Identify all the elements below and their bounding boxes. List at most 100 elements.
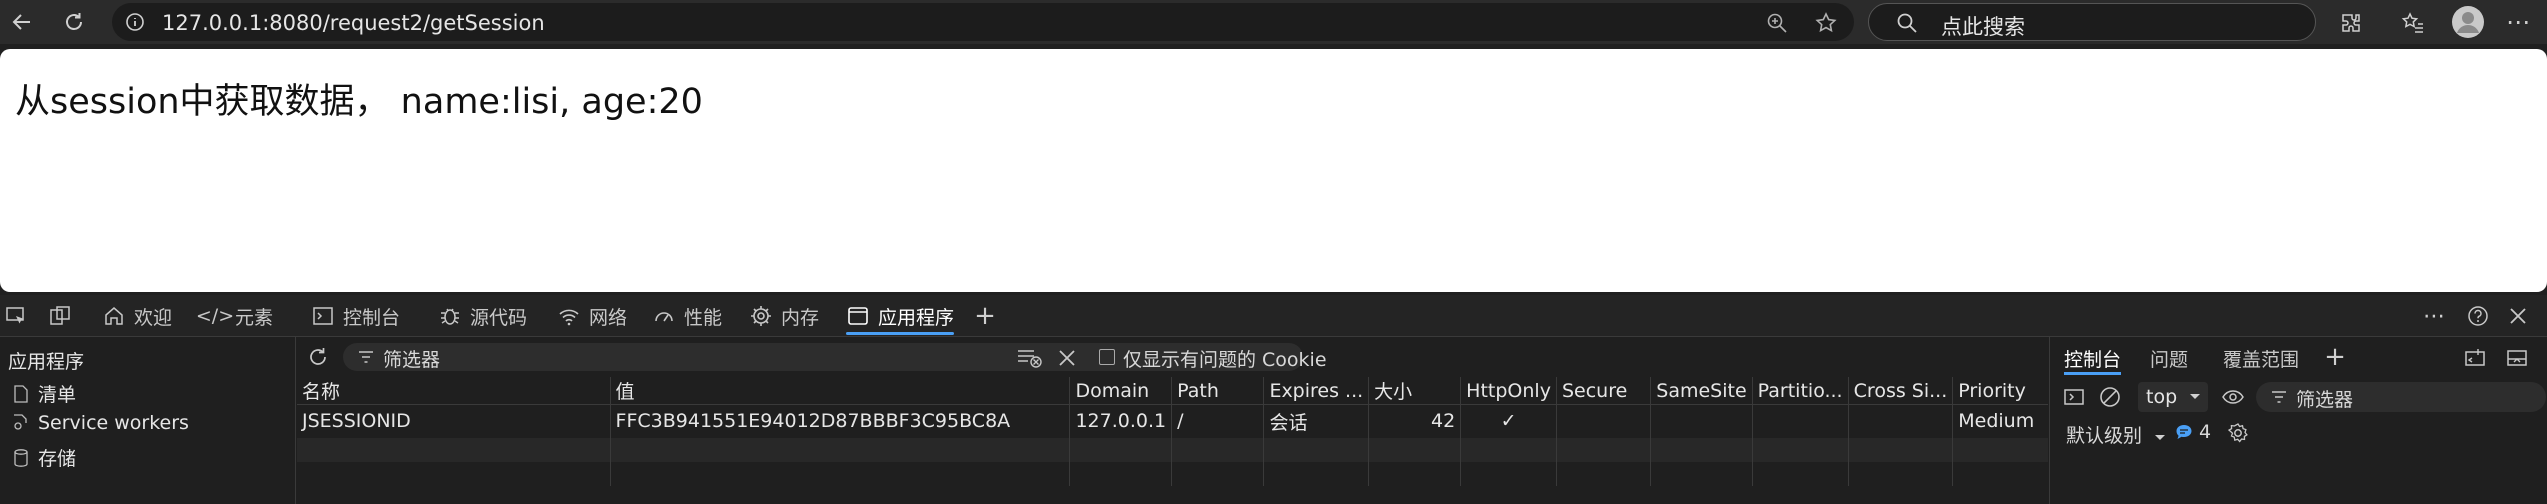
cell-cross-site[interactable] xyxy=(1848,404,1954,438)
delete-all-cookies-icon[interactable] xyxy=(1055,346,1079,370)
column-header-domain[interactable]: Domain xyxy=(1069,377,1173,405)
drawer-tab-console[interactable]: 控制台 xyxy=(2064,341,2122,375)
cell-path[interactable]: / xyxy=(1171,404,1265,438)
empty-cell xyxy=(1650,437,1753,462)
cell-secure[interactable] xyxy=(1556,404,1652,438)
empty-cell xyxy=(1752,437,1849,462)
tab-sources[interactable]: 源代码 xyxy=(438,295,527,337)
cell-size[interactable]: 42 xyxy=(1368,404,1462,438)
cell-name[interactable]: JSESSIONID xyxy=(297,404,611,438)
console-filter-input[interactable]: 筛选器 xyxy=(2256,382,2546,412)
search-icon xyxy=(1895,11,1919,35)
cell-samesite[interactable] xyxy=(1650,404,1753,438)
back-icon[interactable] xyxy=(6,6,38,38)
favorite-star-icon[interactable] xyxy=(1812,9,1840,37)
tab-label: 欢迎 xyxy=(134,306,173,329)
add-drawer-tab-icon[interactable]: + xyxy=(2322,342,2348,372)
tab-console[interactable]: 控制台 xyxy=(311,295,400,337)
info-icon[interactable] xyxy=(124,11,146,33)
table-row[interactable]: JSESSIONID FFC3B941551E94012D87BBBF3C95B… xyxy=(297,404,2048,438)
live-expression-eye-icon[interactable] xyxy=(2220,385,2246,409)
show-console-sidebar-icon[interactable] xyxy=(2062,385,2086,409)
column-header-size[interactable]: 大小 xyxy=(1368,377,1462,405)
cell-domain[interactable]: 127.0.0.1 xyxy=(1069,404,1173,438)
favorites-icon[interactable] xyxy=(2398,8,2428,38)
empty-cell xyxy=(1556,461,1652,486)
extensions-icon[interactable] xyxy=(2336,8,2366,38)
clear-filtered-cookies-icon[interactable] xyxy=(1016,346,1044,370)
gauge-icon xyxy=(652,304,676,328)
empty-cell xyxy=(1171,461,1265,486)
cell-priority[interactable]: Medium xyxy=(1953,405,2048,438)
dock-drawer-icon[interactable] xyxy=(2462,345,2488,371)
column-header-cross-site[interactable]: Cross Si... xyxy=(1848,377,1954,405)
only-issues-checkbox[interactable] xyxy=(1099,349,1115,365)
devtools-tabbar: 欢迎 </> 元素 控制台 源代码 网络 性能 内存 应用程序 + ⋯ xyxy=(0,295,2547,337)
web-page: 从session中获取数据， name:lisi, age:20 xyxy=(0,49,2547,292)
page-text: 从session中获取数据， name:lisi, age:20 xyxy=(15,82,703,122)
column-header-httponly[interactable]: HttpOnly xyxy=(1460,377,1557,405)
tab-welcome[interactable]: 欢迎 xyxy=(102,295,172,337)
empty-row xyxy=(297,461,2048,486)
filter-icon xyxy=(357,348,375,366)
tab-performance[interactable]: 性能 xyxy=(652,295,722,337)
zoom-icon[interactable] xyxy=(1764,10,1790,36)
log-level-dropdown[interactable]: 默认级别 xyxy=(2066,421,2166,448)
refresh-icon[interactable] xyxy=(58,6,90,38)
message-counter[interactable]: 4 xyxy=(2175,421,2211,443)
message-bubble-icon xyxy=(2175,423,2193,441)
column-header-priority[interactable]: Priority xyxy=(1952,377,2048,405)
console-settings-gear-icon[interactable] xyxy=(2225,420,2251,446)
context-selector[interactable]: top xyxy=(2138,382,2208,412)
devtools-more-icon[interactable]: ⋯ xyxy=(2420,303,2448,329)
sidebar-item-service-workers[interactable]: Service workers xyxy=(14,412,189,434)
close-devtools-icon[interactable] xyxy=(2505,303,2531,329)
sidebar-item-storage[interactable]: 存储 xyxy=(14,444,76,471)
drawer-tab-issues[interactable]: 问题 xyxy=(2150,341,2188,375)
empty-cell xyxy=(610,461,1071,486)
sidebar-title: 应用程序 xyxy=(8,351,85,373)
add-tab-icon[interactable]: + xyxy=(972,301,998,331)
inspect-element-icon[interactable] xyxy=(4,304,28,328)
url-text[interactable]: 127.0.0.1:8080/request2/getSession xyxy=(162,11,545,35)
table-header-row: 名称 值 Domain Path Expires ... 大小 HttpOnly… xyxy=(297,377,2048,405)
profile-avatar-icon[interactable] xyxy=(2451,5,2485,39)
search-box[interactable]: 点此搜索 xyxy=(1868,3,2316,41)
sidebar-item-manifest[interactable]: 清单 xyxy=(14,380,76,407)
close-drawer-icon[interactable] xyxy=(2504,345,2530,371)
cell-value[interactable]: FFC3B941551E94012D87BBBF3C95BC8A xyxy=(610,404,1071,438)
column-header-secure[interactable]: Secure xyxy=(1556,377,1652,405)
column-header-samesite[interactable]: SameSite xyxy=(1650,377,1753,405)
address-bar[interactable]: 127.0.0.1:8080/request2/getSession xyxy=(112,3,1854,41)
cell-partition-key[interactable] xyxy=(1752,404,1849,438)
more-menu-icon[interactable]: ⋯ xyxy=(2500,6,2536,38)
tab-label: 内存 xyxy=(781,306,820,329)
document-icon xyxy=(12,384,30,403)
cell-expires[interactable]: 会话 xyxy=(1263,404,1370,438)
cell-httponly[interactable]: ✓ xyxy=(1460,404,1557,438)
console-drawer: 控制台 问题 覆盖范围 + top 筛选器 默认级别 4 xyxy=(2049,337,2547,504)
tab-application[interactable]: 应用程序 xyxy=(846,295,955,337)
clear-console-icon[interactable] xyxy=(2098,385,2122,409)
filter-placeholder: 筛选器 xyxy=(383,349,441,371)
tab-network[interactable]: 网络 xyxy=(557,295,627,337)
memory-gear-icon xyxy=(749,304,773,328)
tab-label: 源代码 xyxy=(470,306,528,329)
tab-memory[interactable]: 内存 xyxy=(749,295,819,337)
empty-cell xyxy=(1752,461,1849,486)
empty-cell xyxy=(1171,437,1265,462)
refresh-cookies-icon[interactable] xyxy=(305,344,331,370)
column-header-expires[interactable]: Expires ... xyxy=(1263,377,1370,405)
empty-cell xyxy=(1848,437,1954,462)
column-header-partition-key[interactable]: Partitio... xyxy=(1752,377,1849,405)
column-header-name[interactable]: 名称 xyxy=(297,377,611,405)
tab-elements[interactable]: </> 元素 xyxy=(196,295,273,337)
empty-cell xyxy=(610,437,1071,462)
device-emulation-icon[interactable] xyxy=(48,304,72,328)
application-sidebar: 应用程序 清单 Service workers 存储 xyxy=(0,337,296,504)
tab-label: 性能 xyxy=(684,306,723,329)
help-icon[interactable] xyxy=(2465,303,2491,329)
drawer-tab-coverage[interactable]: 覆盖范围 xyxy=(2223,341,2299,375)
column-header-path[interactable]: Path xyxy=(1171,377,1265,405)
column-header-value[interactable]: 值 xyxy=(610,377,1071,405)
